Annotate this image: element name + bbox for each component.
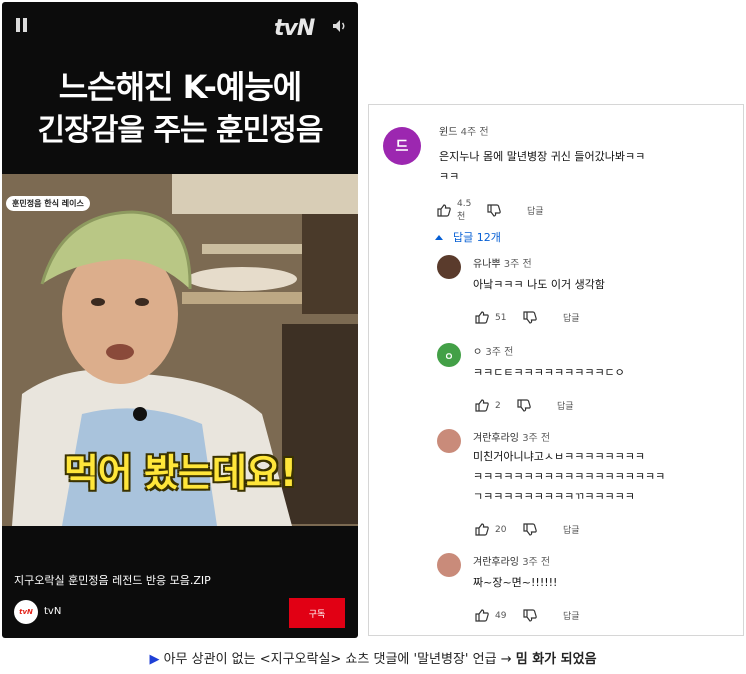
video-frame: 훈민정음 한식 레이스 먹어 봤는데요! (2, 174, 358, 526)
video-title-line-2: 긴장감을 주는 훈민정음 (37, 113, 324, 148)
comment-meta: 윈드 4주 전 (439, 123, 489, 138)
reply-button[interactable]: 답글 (527, 204, 544, 217)
avatar[interactable] (437, 553, 461, 577)
thumbs-down-icon[interactable] (523, 311, 537, 324)
channel-watermark-logo: tvN (274, 16, 315, 41)
like-count: 2 (495, 400, 501, 411)
thumbs-down-icon[interactable] (487, 204, 501, 217)
reply-meta: 겨란후라잉 3주 전 (473, 553, 550, 568)
thumbs-up-icon[interactable] (437, 204, 451, 217)
reply-button[interactable]: 답글 (563, 523, 580, 536)
channel-avatar[interactable]: tvN (14, 600, 38, 624)
thumbs-down-icon[interactable] (517, 399, 531, 412)
avatar[interactable]: 드 (383, 127, 421, 165)
thumbs-up-icon[interactable] (475, 311, 489, 324)
reply-text: 아낰ㅋㅋㅋ 나도 이거 생각함 (473, 275, 605, 295)
segment-tag: 훈민정음 한식 레이스 (6, 196, 90, 211)
reply-author[interactable]: 겨란후라잉 (473, 433, 519, 444)
chevron-up-icon (435, 234, 443, 240)
reply-time: 3주 전 (522, 557, 551, 568)
reply-text-line: ㅋㅋㅋㅋㅋㅋㅋㅋㅋㅋㅋㅋㅋㅋㅋㅋㅋㅋㅋ (473, 470, 666, 483)
reply-author[interactable]: 겨란후라잉 (473, 557, 519, 568)
reply-time: 3주 전 (485, 347, 514, 358)
reply-button[interactable]: 답글 (557, 399, 574, 412)
pause-icon[interactable] (16, 18, 28, 32)
thumbs-down-icon[interactable] (523, 609, 537, 622)
reply-meta: ㅇ 3주 전 (473, 343, 513, 358)
comment-text-line: 은지누나 몸에 말년병장 귀신 들어갔나봐ㅋㅋ (439, 150, 646, 163)
reply-text-line: 짜~장~면~!!!!!! (473, 576, 558, 589)
reply-text-line: ㄱㅋㅋㅋㅋㅋㅋㅋㅋㅋㄲㅋㅋㅋㅋㅋ (473, 490, 635, 503)
reply-button[interactable]: 답글 (563, 311, 580, 324)
reply-actions: 2 답글 (475, 399, 574, 412)
comment-author[interactable]: 윈드 (439, 127, 457, 138)
thumbs-up-icon[interactable] (475, 399, 489, 412)
reply-actions: 20 답글 (475, 523, 580, 536)
avatar[interactable] (437, 429, 461, 453)
reply-time: 3주 전 (522, 433, 551, 444)
caption-text: 아무 상관이 없는 <지구오락실> 쇼츠 댓글에 '말년병장' 언급 (163, 652, 497, 667)
reply-text-line: ㅋㅋㄷㅌㅋㅋㅋㅋㅋㅋㅋㅋㅋㄷㅇ (473, 366, 625, 379)
short-video-player[interactable]: tvN 느슨해진 K-예능에 긴장감을 주는 훈민정음 훈민정음 한식 레이스 … (2, 2, 358, 638)
reply-author[interactable]: 유나뿌 (473, 259, 501, 270)
reply-meta: 겨란후라잉 3주 전 (473, 429, 550, 444)
reply-actions: 49 답글 (475, 609, 580, 622)
avatar[interactable]: ㅇ (437, 343, 461, 367)
reply-text: 짜~장~면~!!!!!! (473, 573, 557, 593)
channel-name[interactable]: tvN (44, 606, 61, 617)
right-arrow-icon: → (500, 652, 512, 667)
replies-toggle-label: 답글 12개 (453, 231, 501, 244)
thumbs-up-icon[interactable] (475, 609, 489, 622)
reply-time: 3주 전 (503, 259, 532, 270)
video-subtitle: 먹어 봤는데요! (63, 451, 297, 495)
comment-text-line: ㅋㅋ (439, 170, 460, 183)
figure-caption: ▶ 아무 상관이 없는 <지구오락실> 쇼츠 댓글에 '말년병장' 언급 → 밈… (0, 648, 746, 667)
reply-actions: 51 답글 (475, 311, 580, 324)
like-count: 49 (495, 610, 507, 621)
comments-panel: 드 윈드 4주 전 은지누나 몸에 말년병장 귀신 들어갔나봐ㅋㅋ ㅋㅋ 4.5… (368, 104, 744, 636)
comment-text: 은지누나 몸에 말년병장 귀신 들어갔나봐ㅋㅋ ㅋㅋ (439, 147, 729, 187)
reply-text-line: 미친거아니냐고ㅅㅂㅋㅋㅋㅋㅋㅋㅋㅋ (473, 450, 646, 463)
reply-button[interactable]: 답글 (563, 609, 580, 622)
speaker-icon[interactable] (332, 18, 348, 34)
reply-text-line: 아낰ㅋㅋㅋ 나도 이거 생각함 (473, 278, 605, 291)
comment-actions: 4.5천 답글 (437, 199, 544, 222)
reply-text: ㅋㅋㄷㅌㅋㅋㅋㅋㅋㅋㅋㅋㅋㄷㅇ (473, 363, 625, 383)
like-count: 51 (495, 312, 507, 323)
reply-meta: 유나뿌 3주 전 (473, 255, 532, 270)
like-count: 20 (495, 524, 507, 535)
comment-time: 4주 전 (460, 127, 489, 138)
reply-author[interactable]: ㅇ (473, 347, 482, 358)
thumbs-down-icon[interactable] (523, 523, 537, 536)
subscribe-button[interactable]: 구독 (289, 598, 345, 628)
thumbs-up-icon[interactable] (475, 523, 489, 536)
play-arrow-icon: ▶ (149, 652, 160, 667)
avatar[interactable] (437, 255, 461, 279)
video-title-line-1: 느슨해진 K-예능에 (58, 68, 303, 106)
replies-toggle[interactable]: 답글 12개 (435, 229, 501, 245)
video-description[interactable]: 지구오락실 훈민정음 레전드 반응 모음.ZIP (14, 572, 211, 588)
caption-emphasis: 밈 화가 되었음 (515, 652, 597, 667)
like-count: 4.5천 (457, 199, 472, 222)
reply-text: 미친거아니냐고ㅅㅂㅋㅋㅋㅋㅋㅋㅋㅋ ㅋㅋㅋㅋㅋㅋㅋㅋㅋㅋㅋㅋㅋㅋㅋㅋㅋㅋㅋ ㄱㅋ… (473, 447, 733, 507)
